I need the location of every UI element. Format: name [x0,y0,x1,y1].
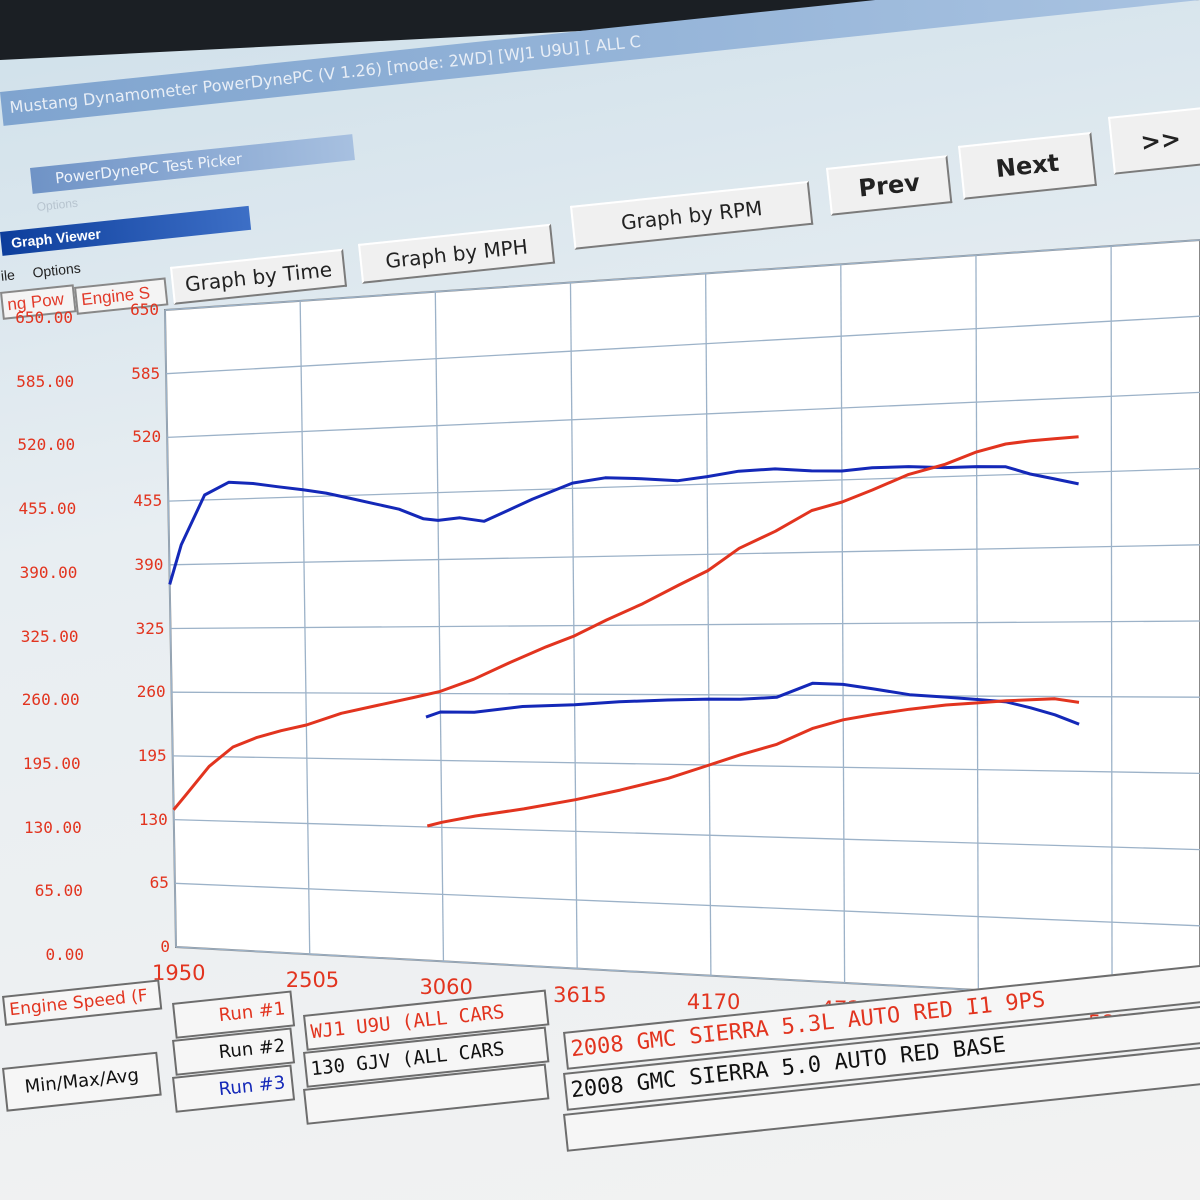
monitor-screen: Mustang Dynamometer PowerDynePC (V 1.26)… [0,0,1200,1200]
right-axis-tick-label: 520 [132,427,162,447]
left-axis-tick-label: 390.00 [19,562,78,582]
left-axis-tick-label: 650.00 [15,308,73,327]
left-axis-tick-label: 585.00 [16,371,75,391]
right-axis-tick-label: 65 [149,873,169,893]
left-axis-tick-label: 325.00 [20,626,79,646]
right-axis-tick-label: 650 [130,300,159,319]
right-axis-tick-label: 130 [138,809,168,829]
left-axis-tick-label: 130.00 [24,817,82,837]
right-axis-tick-label: 260 [136,682,166,702]
left-axis-tick-label: 0.00 [45,945,84,964]
right-axis-tick-label: 455 [133,491,163,511]
right-axis-tick-label: 325 [135,618,165,638]
x-axis-tick-label: 3615 [553,982,607,1007]
right-axis-tick-label: 0 [160,937,170,956]
right-axis-tick-label: 585 [131,363,161,383]
x-axis-tick-label: 3060 [419,975,473,1000]
left-axis-tick-label: 455.00 [18,499,77,519]
x-axis-tick-label: 1950 [152,961,206,985]
x-axis-tick-label: 4170 [686,989,741,1014]
left-axis-tick-label: 65.00 [34,881,83,901]
left-axis-tick-label: 260.00 [21,690,80,710]
x-axis-tick-label: 2505 [285,968,340,993]
left-axis-tick-label: 520.00 [17,435,76,455]
right-axis-tick-label: 195 [137,745,167,765]
right-axis-tick-label: 390 [134,554,164,574]
left-axis-tick-label: 195.00 [22,753,81,773]
plot-area [163,238,1200,1004]
